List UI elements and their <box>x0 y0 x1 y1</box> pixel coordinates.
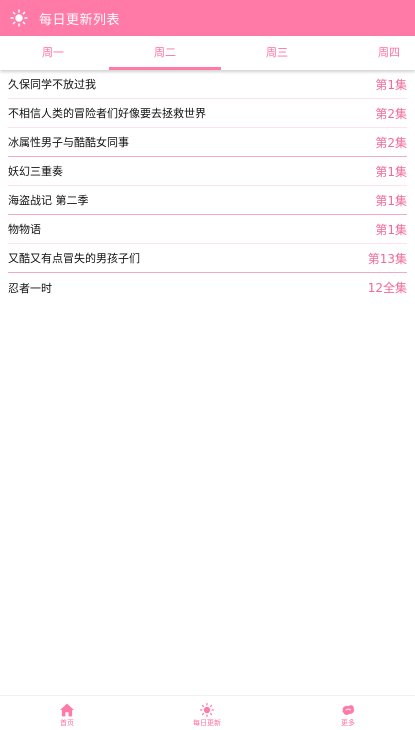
episode-label: 第1集 <box>375 164 407 179</box>
top-app-bar: 每日更新列表 <box>0 0 415 36</box>
sun-icon <box>10 9 28 27</box>
nav-home[interactable]: 首页 <box>27 696 107 730</box>
episode-label: 第2集 <box>375 106 407 121</box>
nav-more-label: 更多 <box>341 719 355 727</box>
anime-title: 久保同学不放过我 <box>8 78 96 91</box>
nav-more[interactable]: 更多 <box>308 696 388 730</box>
list-item[interactable]: 久保同学不放过我 第1集 <box>8 70 407 99</box>
episode-label: 第1集 <box>375 77 407 92</box>
list-item[interactable]: 海盗战记 第二季 第1集 <box>8 186 407 215</box>
episode-label: 12全集 <box>367 281 407 295</box>
tab-monday[interactable]: 周一 <box>0 36 109 70</box>
weekday-tabs: 周一 周二 周三 周四 <box>0 36 415 70</box>
nav-home-label: 首页 <box>60 719 74 727</box>
more-icon <box>342 705 355 715</box>
page-title: 每日更新列表 <box>39 12 121 28</box>
anime-title: 又酷又有点冒失的男孩子们 <box>8 252 140 265</box>
list-item[interactable]: 又酷又有点冒失的男孩子们 第13集 <box>8 244 407 273</box>
anime-update-list: 久保同学不放过我 第1集 不相信人类的冒险者们好像要去拯救世界 第2集 冰属性男… <box>8 70 407 302</box>
anime-title: 妖幻三重奏 <box>8 165 63 178</box>
tab-wednesday[interactable]: 周三 <box>221 36 333 70</box>
tab-thursday[interactable]: 周四 <box>333 36 415 70</box>
list-item[interactable]: 不相信人类的冒险者们好像要去拯救世界 第2集 <box>8 99 407 128</box>
bottom-navigation: 首页 每日更新 更多 <box>0 695 415 730</box>
episode-label: 第2集 <box>375 135 407 150</box>
list-item[interactable]: 冰属性男子与酷酷女同事 第2集 <box>8 128 407 157</box>
anime-title: 物物语 <box>8 223 41 236</box>
episode-label: 第13集 <box>367 251 407 266</box>
anime-title: 不相信人类的冒险者们好像要去拯救世界 <box>8 107 206 120</box>
nav-daily-update-label: 每日更新 <box>193 719 221 727</box>
anime-title: 忍者一时 <box>8 281 52 295</box>
episode-label: 第1集 <box>375 222 407 237</box>
list-item[interactable]: 物物语 第1集 <box>8 215 407 244</box>
list-item[interactable]: 忍者一时 12全集 <box>8 273 407 302</box>
home-icon <box>60 703 74 717</box>
nav-daily-update[interactable]: 每日更新 <box>167 696 247 730</box>
anime-title: 海盗战记 第二季 <box>8 194 89 207</box>
selected-tab-indicator <box>109 67 221 70</box>
tab-tuesday[interactable]: 周二 <box>109 36 221 70</box>
list-item[interactable]: 妖幻三重奏 第1集 <box>8 157 407 186</box>
app-screen: 每日更新列表 周一 周二 周三 周四 久保同学不放过我 第1集 不相信人类的冒险… <box>0 0 415 730</box>
episode-label: 第1集 <box>375 193 407 208</box>
sun-icon <box>200 703 214 717</box>
anime-title: 冰属性男子与酷酷女同事 <box>8 136 129 149</box>
